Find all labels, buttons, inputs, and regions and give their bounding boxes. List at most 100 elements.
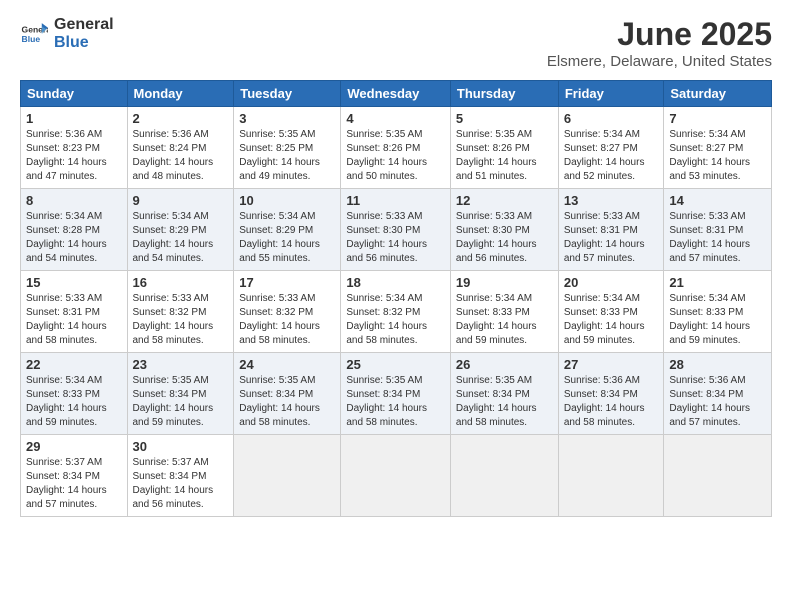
day-number: 15 [26,275,122,290]
col-wednesday: Wednesday [341,81,451,107]
month-title: June 2025 [547,16,772,53]
table-row: 24 Sunrise: 5:35 AMSunset: 8:34 PMDayligh… [234,353,341,435]
day-info: Sunrise: 5:37 AMSunset: 8:34 PMDaylight:… [133,456,229,512]
table-row: 13Sunrise: 5:33 AMSunset: 8:31 PMDayligh… [558,189,664,271]
table-row: 3 Sunrise: 5:35 AMSunset: 8:25 PMDaylight… [234,107,341,189]
day-number: 8 [26,193,122,208]
table-row: 5 Sunrise: 5:35 AMSunset: 8:26 PMDaylight… [450,107,558,189]
day-number: 13 [564,193,659,208]
table-row: 12Sunrise: 5:33 AMSunset: 8:30 PMDayligh… [450,189,558,271]
day-info: Sunrise: 5:35 AMSunset: 8:26 PMDaylight:… [456,128,553,184]
col-monday: Monday [127,81,234,107]
calendar-week-row: 1 Sunrise: 5:36 AMSunset: 8:23 PMDaylight… [21,107,772,189]
table-row: 28 Sunrise: 5:36 AMSunset: 8:34 PMDayligh… [664,353,772,435]
day-number: 21 [669,275,766,290]
col-tuesday: Tuesday [234,81,341,107]
logo: General Blue General Blue [20,16,114,51]
table-row: 10Sunrise: 5:34 AMSunset: 8:29 PMDayligh… [234,189,341,271]
table-row: 19Sunrise: 5:34 AMSunset: 8:33 PMDayligh… [450,271,558,353]
day-number: 2 [133,111,229,126]
day-number: 23 [133,357,229,372]
day-number: 28 [669,357,766,372]
table-row: 29 Sunrise: 5:37 AMSunset: 8:34 PMDayligh… [21,435,128,517]
logo-blue: Blue [54,34,114,52]
logo-icon: General Blue [20,20,48,48]
table-row: 26 Sunrise: 5:35 AMSunset: 8:34 PMDayligh… [450,353,558,435]
day-info: Sunrise: 5:37 AMSunset: 8:34 PMDaylight:… [26,456,122,512]
day-number: 30 [133,439,229,454]
day-number: 29 [26,439,122,454]
day-number: 18 [346,275,445,290]
table-row: 1 Sunrise: 5:36 AMSunset: 8:23 PMDaylight… [21,107,128,189]
day-number: 22 [26,357,122,372]
day-info: Sunrise: 5:36 AMSunset: 8:23 PMDaylight:… [26,128,122,184]
day-number: 1 [26,111,122,126]
table-row: 11Sunrise: 5:33 AMSunset: 8:30 PMDayligh… [341,189,451,271]
table-row: 16Sunrise: 5:33 AMSunset: 8:32 PMDayligh… [127,271,234,353]
day-number: 24 [239,357,335,372]
table-row: 18Sunrise: 5:34 AMSunset: 8:32 PMDayligh… [341,271,451,353]
day-number: 17 [239,275,335,290]
day-info: Sunrise: 5:34 AMSunset: 8:29 PMDaylight:… [133,210,229,266]
table-row: 9 Sunrise: 5:34 AMSunset: 8:29 PMDaylight… [127,189,234,271]
table-row: 17 Sunrise: 5:33 AMSunset: 8:32 PMDayligh… [234,271,341,353]
table-row: 4Sunrise: 5:35 AMSunset: 8:26 PMDaylight… [341,107,451,189]
table-row [558,435,664,517]
day-info: Sunrise: 5:34 AMSunset: 8:33 PMDaylight:… [456,292,553,348]
day-number: 9 [133,193,229,208]
day-number: 16 [133,275,229,290]
col-friday: Friday [558,81,664,107]
calendar-header-row: Sunday Monday Tuesday Wednesday Thursday… [21,81,772,107]
day-info: Sunrise: 5:35 AMSunset: 8:25 PMDaylight:… [239,128,335,184]
day-number: 14 [669,193,766,208]
table-row: 27Sunrise: 5:36 AMSunset: 8:34 PMDayligh… [558,353,664,435]
day-number: 26 [456,357,553,372]
title-block: June 2025 Elsmere, Delaware, United Stat… [547,16,772,70]
day-info: Sunrise: 5:35 AMSunset: 8:34 PMDaylight:… [456,374,553,430]
table-row [450,435,558,517]
day-info: Sunrise: 5:33 AMSunset: 8:31 PMDaylight:… [26,292,122,348]
day-number: 5 [456,111,553,126]
location-title: Elsmere, Delaware, United States [547,53,772,70]
table-row: 8 Sunrise: 5:34 AMSunset: 8:28 PMDaylight… [21,189,128,271]
day-info: Sunrise: 5:35 AMSunset: 8:34 PMDaylight:… [239,374,335,430]
day-info: Sunrise: 5:33 AMSunset: 8:32 PMDaylight:… [239,292,335,348]
day-info: Sunrise: 5:34 AMSunset: 8:29 PMDaylight:… [239,210,335,266]
day-info: Sunrise: 5:34 AMSunset: 8:27 PMDaylight:… [669,128,766,184]
table-row: 6 Sunrise: 5:34 AMSunset: 8:27 PMDaylight… [558,107,664,189]
day-info: Sunrise: 5:33 AMSunset: 8:30 PMDaylight:… [456,210,553,266]
day-number: 6 [564,111,659,126]
day-number: 25 [346,357,445,372]
calendar-week-row: 8 Sunrise: 5:34 AMSunset: 8:28 PMDaylight… [21,189,772,271]
calendar-week-row: 22Sunrise: 5:34 AMSunset: 8:33 PMDayligh… [21,353,772,435]
page: General Blue General Blue June 2025 Elsm… [0,0,792,612]
day-number: 4 [346,111,445,126]
calendar-week-row: 15 Sunrise: 5:33 AMSunset: 8:31 PMDayligh… [21,271,772,353]
day-info: Sunrise: 5:34 AMSunset: 8:33 PMDaylight:… [564,292,659,348]
day-info: Sunrise: 5:36 AMSunset: 8:34 PMDaylight:… [669,374,766,430]
day-number: 27 [564,357,659,372]
day-info: Sunrise: 5:34 AMSunset: 8:27 PMDaylight:… [564,128,659,184]
day-number: 20 [564,275,659,290]
table-row: 30 Sunrise: 5:37 AMSunset: 8:34 PMDayligh… [127,435,234,517]
table-row: 15 Sunrise: 5:33 AMSunset: 8:31 PMDayligh… [21,271,128,353]
table-row: 22Sunrise: 5:34 AMSunset: 8:33 PMDayligh… [21,353,128,435]
table-row: 7Sunrise: 5:34 AMSunset: 8:27 PMDaylight… [664,107,772,189]
svg-text:Blue: Blue [22,33,41,43]
table-row: 23 Sunrise: 5:35 AMSunset: 8:34 PMDayligh… [127,353,234,435]
day-number: 3 [239,111,335,126]
col-saturday: Saturday [664,81,772,107]
table-row: 21Sunrise: 5:34 AMSunset: 8:33 PMDayligh… [664,271,772,353]
day-info: Sunrise: 5:36 AMSunset: 8:24 PMDaylight:… [133,128,229,184]
day-info: Sunrise: 5:34 AMSunset: 8:28 PMDaylight:… [26,210,122,266]
day-info: Sunrise: 5:35 AMSunset: 8:34 PMDaylight:… [346,374,445,430]
table-row [664,435,772,517]
day-info: Sunrise: 5:33 AMSunset: 8:31 PMDaylight:… [669,210,766,266]
table-row [234,435,341,517]
table-row: 2 Sunrise: 5:36 AMSunset: 8:24 PMDaylight… [127,107,234,189]
col-sunday: Sunday [21,81,128,107]
day-info: Sunrise: 5:35 AMSunset: 8:34 PMDaylight:… [133,374,229,430]
table-row: 20 Sunrise: 5:34 AMSunset: 8:33 PMDayligh… [558,271,664,353]
calendar-table: Sunday Monday Tuesday Wednesday Thursday… [20,80,772,517]
day-info: Sunrise: 5:33 AMSunset: 8:30 PMDaylight:… [346,210,445,266]
